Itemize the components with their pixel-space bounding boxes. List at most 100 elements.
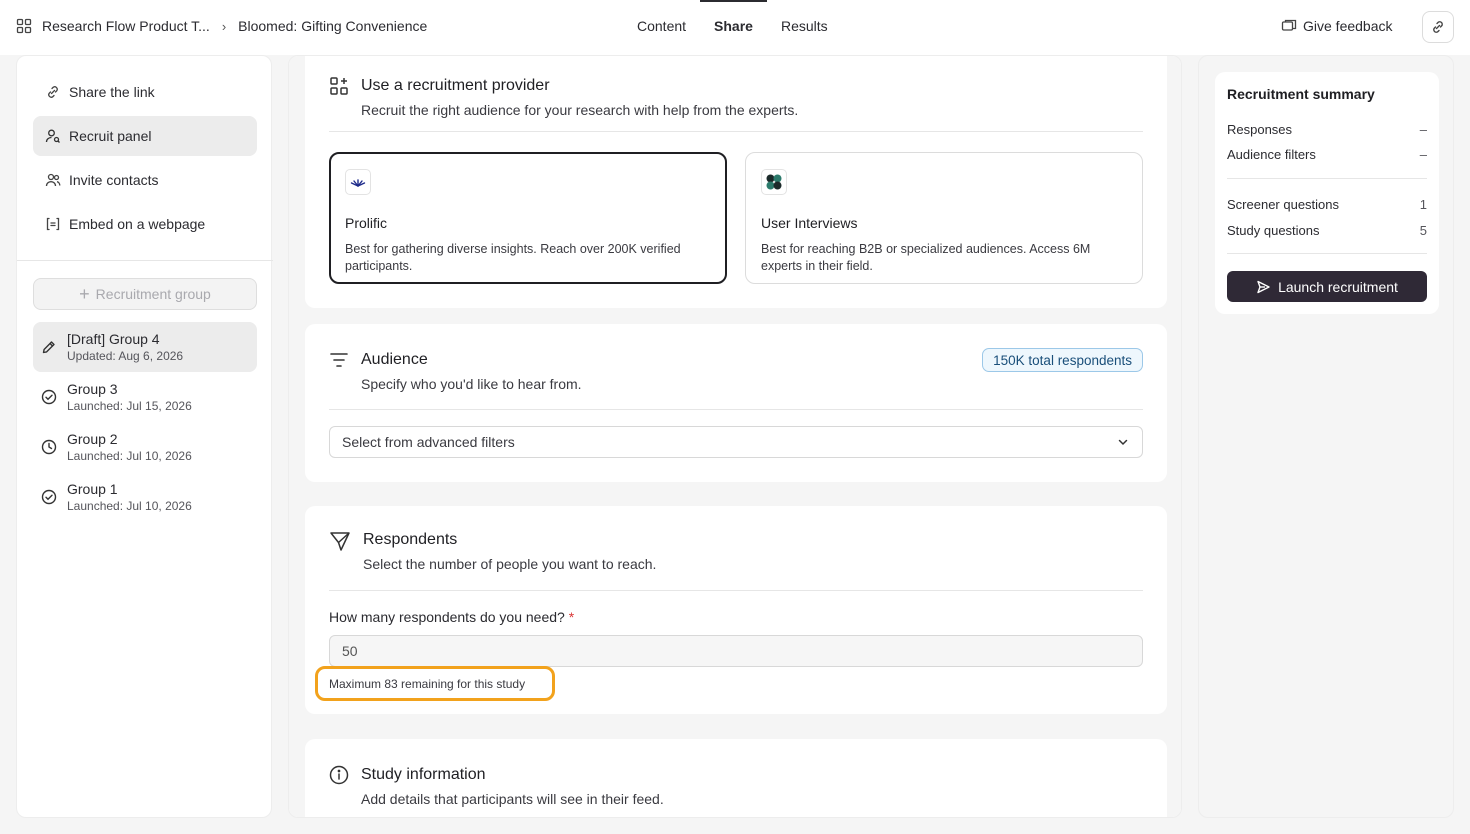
recruitment-summary: Recruitment summary Responses – Audience…	[1215, 72, 1439, 314]
provider-card: Use a recruitment provider Recruit the r…	[305, 56, 1167, 308]
chevron-down-icon	[1118, 439, 1128, 446]
advanced-filters-select[interactable]: Select from advanced filters	[329, 426, 1143, 458]
group-subtitle: Updated: Aug 6, 2026	[67, 348, 184, 363]
group-subtitle: Launched: Jul 10, 2026	[67, 448, 192, 463]
total-respondents-badge: 150K total respondents	[982, 348, 1143, 372]
main-tabs: Content Share Results	[623, 0, 842, 55]
breadcrumb-separator: ›	[221, 18, 227, 34]
study-info-title: Study information	[361, 766, 486, 783]
respondents-divider	[329, 590, 1143, 591]
plus-icon: +	[79, 284, 90, 304]
sidebar-item-label: Embed on a webpage	[69, 216, 206, 232]
audience-card: Audience Specify who you'd like to hear …	[305, 324, 1167, 482]
feedback-icon	[1281, 19, 1297, 31]
provider-description: Recruit the right audience for your rese…	[361, 102, 799, 118]
main-content: Use a recruitment provider Recruit the r…	[288, 55, 1182, 818]
group-item-2[interactable]: Group 2 Launched: Jul 10, 2026	[33, 422, 257, 472]
summary-row-responses: Responses –	[1227, 122, 1427, 137]
summary-row-audience-filters: Audience filters –	[1227, 147, 1427, 162]
sidebar-item-share-link[interactable]: Share the link	[33, 72, 257, 112]
link-icon	[1433, 21, 1443, 33]
group-item-draft-4[interactable]: [Draft] Group 4 Updated: Aug 6, 2026	[33, 322, 257, 372]
check-circle-icon	[41, 389, 57, 405]
respondents-card: Respondents Select the number of people …	[305, 506, 1167, 714]
link-icon	[48, 86, 58, 98]
summary-divider	[1227, 253, 1427, 254]
respondents-field-label-text: How many respondents do you need?	[329, 609, 565, 625]
group-item-1[interactable]: Group 1 Launched: Jul 10, 2026	[33, 472, 257, 522]
summary-label: Audience filters	[1227, 147, 1316, 162]
group-title: Group 1	[67, 480, 118, 497]
provider-name: User Interviews	[761, 215, 858, 231]
required-mark: *	[568, 609, 575, 625]
provider-divider	[329, 131, 1143, 132]
summary-title: Recruitment summary	[1227, 86, 1375, 102]
provider-header: Use a recruitment provider Recruit the r…	[329, 76, 798, 120]
grid-icon[interactable]	[16, 18, 32, 34]
pencil-icon	[42, 341, 55, 354]
summary-value: –	[1419, 147, 1427, 162]
summary-label: Study questions	[1227, 223, 1320, 238]
give-feedback-button[interactable]: Give feedback	[1281, 18, 1393, 34]
summary-value: 1	[1419, 197, 1427, 212]
respondents-description: Select the number of people you want to …	[363, 556, 657, 572]
respondents-max-hint: Maximum 83 remaining for this study	[315, 666, 555, 701]
provider-title: Use a recruitment provider	[361, 77, 550, 94]
check-circle-icon	[41, 489, 57, 505]
provider-description: Best for reaching B2B or specialized aud…	[761, 242, 1091, 273]
sidebar-item-invite-contacts[interactable]: Invite contacts	[33, 160, 257, 200]
summary-label: Responses	[1227, 122, 1293, 137]
info-icon	[329, 765, 349, 785]
sidebar-item-recruit-panel[interactable]: Recruit panel	[33, 116, 257, 156]
users-icon	[45, 173, 61, 187]
sidebar-item-label: Invite contacts	[69, 172, 159, 188]
provider-name: Prolific	[345, 215, 388, 231]
add-recruitment-group-button[interactable]: + Recruitment group	[33, 278, 257, 310]
group-subtitle: Launched: Jul 10, 2026	[67, 498, 192, 513]
study-info-header: Study information Add details that parti…	[329, 765, 664, 809]
summary-value: –	[1419, 122, 1427, 137]
copy-link-button[interactable]	[1422, 11, 1454, 43]
left-sidebar: Share the link Recruit panel Invite cont…	[16, 55, 273, 818]
group-item-3[interactable]: Group 3 Launched: Jul 15, 2026	[33, 372, 257, 422]
tab-content[interactable]: Content	[623, 0, 700, 55]
summary-divider	[1227, 178, 1427, 179]
respondents-field-label: How many respondents do you need? *	[329, 609, 574, 625]
respondents-title: Respondents	[363, 531, 458, 548]
filter-lines-icon	[330, 353, 348, 367]
embed-icon	[46, 217, 60, 231]
breadcrumb-project[interactable]: Research Flow Product T...	[42, 18, 210, 34]
provider-option-prolific[interactable]: Prolific Best for gathering diverse insi…	[329, 152, 727, 284]
sidebar-item-embed[interactable]: Embed on a webpage	[33, 204, 257, 244]
audience-title: Audience	[361, 351, 428, 368]
study-info-card: Study information Add details that parti…	[305, 739, 1167, 817]
user-search-icon	[45, 129, 60, 143]
apps-add-icon	[330, 77, 348, 95]
advanced-filters-label: Select from advanced filters	[342, 434, 515, 450]
breadcrumb-study[interactable]: Bloomed: Gifting Convenience	[238, 18, 427, 34]
provider-description: Best for gathering diverse insights. Rea…	[345, 242, 681, 273]
audience-header: Audience Specify who you'd like to hear …	[329, 350, 582, 394]
launch-recruitment-label: Launch recruitment	[1278, 278, 1398, 295]
clock-icon	[41, 439, 57, 455]
send-icon	[1257, 280, 1270, 293]
top-bar: Research Flow Product T... › Bloomed: Gi…	[0, 0, 1470, 55]
sidebar-item-label: Share the link	[69, 84, 155, 100]
group-title: Group 2	[67, 430, 118, 447]
send-icon	[330, 532, 350, 551]
tab-share[interactable]: Share	[700, 0, 767, 55]
tab-results[interactable]: Results	[767, 0, 842, 55]
summary-value: 5	[1419, 223, 1427, 238]
right-panel: Recruitment summary Responses – Audience…	[1198, 55, 1454, 818]
study-info-description: Add details that participants will see i…	[361, 791, 664, 807]
user-interviews-logo-icon	[761, 169, 787, 195]
provider-option-user-interviews[interactable]: User Interviews Best for reaching B2B or…	[745, 152, 1143, 284]
audience-description: Specify who you'd like to hear from.	[361, 376, 582, 392]
main-scroll-area: Use a recruitment provider Recruit the r…	[289, 56, 1181, 817]
audience-divider	[329, 409, 1143, 410]
group-title: [Draft] Group 4	[67, 330, 160, 347]
respondents-count-input[interactable]	[329, 635, 1143, 667]
respondents-header: Respondents Select the number of people …	[329, 530, 656, 574]
give-feedback-label: Give feedback	[1303, 18, 1393, 34]
launch-recruitment-button[interactable]: Launch recruitment	[1227, 271, 1427, 302]
